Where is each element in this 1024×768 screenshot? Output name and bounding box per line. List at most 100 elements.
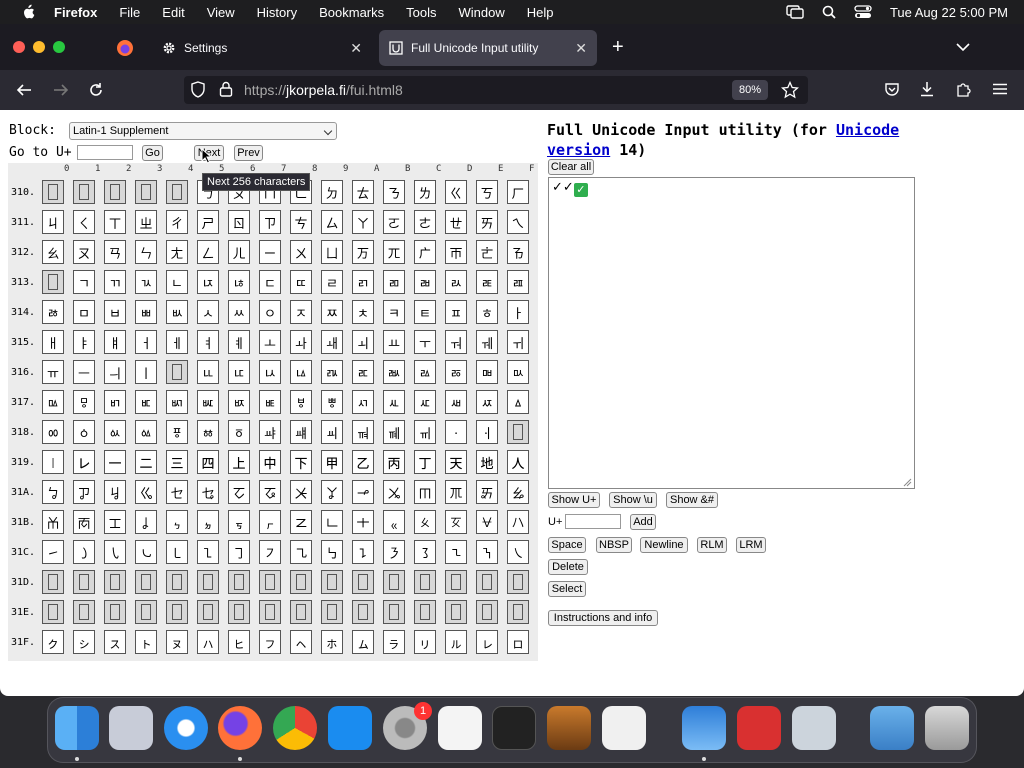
chrome-icon[interactable] — [273, 706, 317, 750]
forward-button[interactable] — [50, 79, 72, 101]
character-cell[interactable] — [352, 600, 374, 624]
character-cell[interactable]: ㄫ — [383, 240, 405, 264]
character-cell[interactable] — [166, 570, 188, 594]
control-center-icon[interactable] — [854, 5, 872, 19]
character-cell[interactable]: ㄚ — [352, 210, 374, 234]
character-cell[interactable] — [290, 570, 312, 594]
character-cell[interactable]: ㆕ — [197, 450, 219, 474]
character-cell[interactable]: ㆦ — [228, 480, 250, 504]
character-cell[interactable]: ㅻ — [383, 390, 405, 414]
character-cell[interactable]: ㆧ — [259, 480, 281, 504]
character-cell[interactable]: ㄽ — [445, 270, 467, 294]
character-cell[interactable]: ㅖ — [228, 330, 250, 354]
character-cell[interactable]: ㄞ — [476, 210, 498, 234]
character-cell[interactable]: ㅜ — [414, 330, 436, 354]
character-cell[interactable]: ㅲ — [104, 390, 126, 414]
finder-icon[interactable] — [55, 706, 99, 750]
character-cell[interactable]: ㅯ — [507, 360, 529, 384]
character-cell[interactable] — [104, 600, 126, 624]
character-cell[interactable]: ㄼ — [414, 270, 436, 294]
character-cell[interactable]: ㇃ — [135, 540, 157, 564]
character-cell[interactable]: ㆯ — [507, 480, 529, 504]
character-cell[interactable]: ㆄ — [166, 420, 188, 444]
character-cell[interactable] — [228, 570, 250, 594]
zoom-level-badge[interactable]: 80% — [732, 80, 768, 100]
character-cell[interactable]: ㅼ — [414, 390, 436, 414]
character-cell[interactable]: ㄤ — [166, 240, 188, 264]
character-cell[interactable]: ㆒ — [104, 450, 126, 474]
character-cell[interactable]: ㇰ — [42, 630, 64, 654]
character-cell[interactable]: ㄣ — [135, 240, 157, 264]
character-cell[interactable]: ㆫ — [383, 480, 405, 504]
character-cell[interactable]: ㅅ — [197, 300, 219, 324]
character-cell[interactable]: ㆃ — [135, 420, 157, 444]
character-cell[interactable]: ㇶ — [228, 630, 250, 654]
tab-full-unicode-input[interactable]: Full Unicode Input utility ✕ — [379, 30, 597, 66]
show-ampersand-hash-button[interactable]: Show &# — [666, 492, 718, 508]
character-cell[interactable]: ㅇ — [259, 300, 281, 324]
character-cell[interactable]: ㆌ — [414, 420, 436, 444]
character-cell[interactable]: ㅹ — [321, 390, 343, 414]
character-cell[interactable]: ㅦ — [228, 360, 250, 384]
character-cell[interactable]: ㆽ — [445, 510, 467, 534]
launchpad-icon[interactable] — [109, 706, 153, 750]
character-cell[interactable]: ㄱ — [73, 270, 95, 294]
character-cell[interactable]: ㄭ — [445, 240, 467, 264]
firefox-view-icon[interactable] — [116, 39, 134, 57]
menu-bookmarks[interactable]: Bookmarks — [319, 5, 384, 20]
character-cell[interactable]: ㅄ — [166, 300, 188, 324]
menu-app-name[interactable]: Firefox — [54, 5, 97, 20]
goto-codepoint-input[interactable] — [77, 145, 133, 160]
character-cell[interactable]: ㅒ — [104, 330, 126, 354]
character-cell[interactable]: ㆶ — [228, 510, 250, 534]
window-minimize-button[interactable] — [33, 41, 45, 53]
character-cell[interactable]: ㄲ — [104, 270, 126, 294]
vscode-icon[interactable] — [602, 706, 646, 750]
character-cell[interactable]: ㅏ — [507, 300, 529, 324]
character-cell[interactable]: ㆔ — [166, 450, 188, 474]
font-book-icon[interactable] — [792, 706, 836, 750]
character-cell[interactable] — [104, 180, 126, 204]
character-cell[interactable]: ㆻ — [383, 510, 405, 534]
character-cell[interactable]: ㅁ — [73, 300, 95, 324]
character-cell[interactable]: ㇾ — [476, 630, 498, 654]
character-cell[interactable]: ㄷ — [259, 270, 281, 294]
spotlight-search-icon[interactable] — [822, 5, 836, 19]
character-cell[interactable]: ㄨ — [290, 240, 312, 264]
character-cell[interactable] — [321, 600, 343, 624]
character-cell[interactable]: ㅘ — [290, 330, 312, 354]
character-cell[interactable] — [259, 570, 281, 594]
character-cell[interactable] — [73, 600, 95, 624]
character-cell[interactable]: ㄜ — [414, 210, 436, 234]
character-cell[interactable]: ㆖ — [228, 450, 250, 474]
character-cell[interactable]: ㆷ — [259, 510, 281, 534]
character-cell[interactable] — [42, 570, 64, 594]
character-cell[interactable] — [507, 570, 529, 594]
character-cell[interactable] — [197, 570, 219, 594]
character-cell[interactable]: ㄹ — [321, 270, 343, 294]
character-cell[interactable]: ㅀ — [42, 300, 64, 324]
character-cell[interactable]: ㄢ — [104, 240, 126, 264]
character-cell[interactable]: ㅩ — [321, 360, 343, 384]
character-cell[interactable]: ㆱ — [73, 510, 95, 534]
character-cell[interactable]: ㇋ — [383, 540, 405, 564]
folder-icon[interactable] — [870, 706, 914, 750]
clear-all-button[interactable]: Clear all — [548, 159, 594, 175]
character-cell[interactable]: ㄕ — [197, 210, 219, 234]
bookmark-star-icon[interactable] — [781, 81, 799, 99]
newline-button[interactable]: Newline — [640, 537, 688, 553]
character-cell[interactable] — [445, 600, 467, 624]
character-cell[interactable]: ㅔ — [166, 330, 188, 354]
pocket-icon[interactable] — [884, 82, 900, 97]
character-cell[interactable]: ㆐ — [42, 450, 64, 474]
character-cell[interactable] — [42, 600, 64, 624]
character-cell[interactable]: ㅷ — [259, 390, 281, 414]
show-backslash-u-button[interactable]: Show \u — [609, 492, 657, 508]
character-cell[interactable]: ㄪ — [352, 240, 374, 264]
character-cell[interactable]: ㄵ — [197, 270, 219, 294]
character-cell[interactable]: ㅱ — [73, 390, 95, 414]
tracking-protection-shield-icon[interactable] — [190, 81, 206, 98]
safari-icon[interactable] — [164, 706, 208, 750]
app-store-icon[interactable] — [328, 706, 372, 750]
character-cell[interactable]: ㇌ — [414, 540, 436, 564]
